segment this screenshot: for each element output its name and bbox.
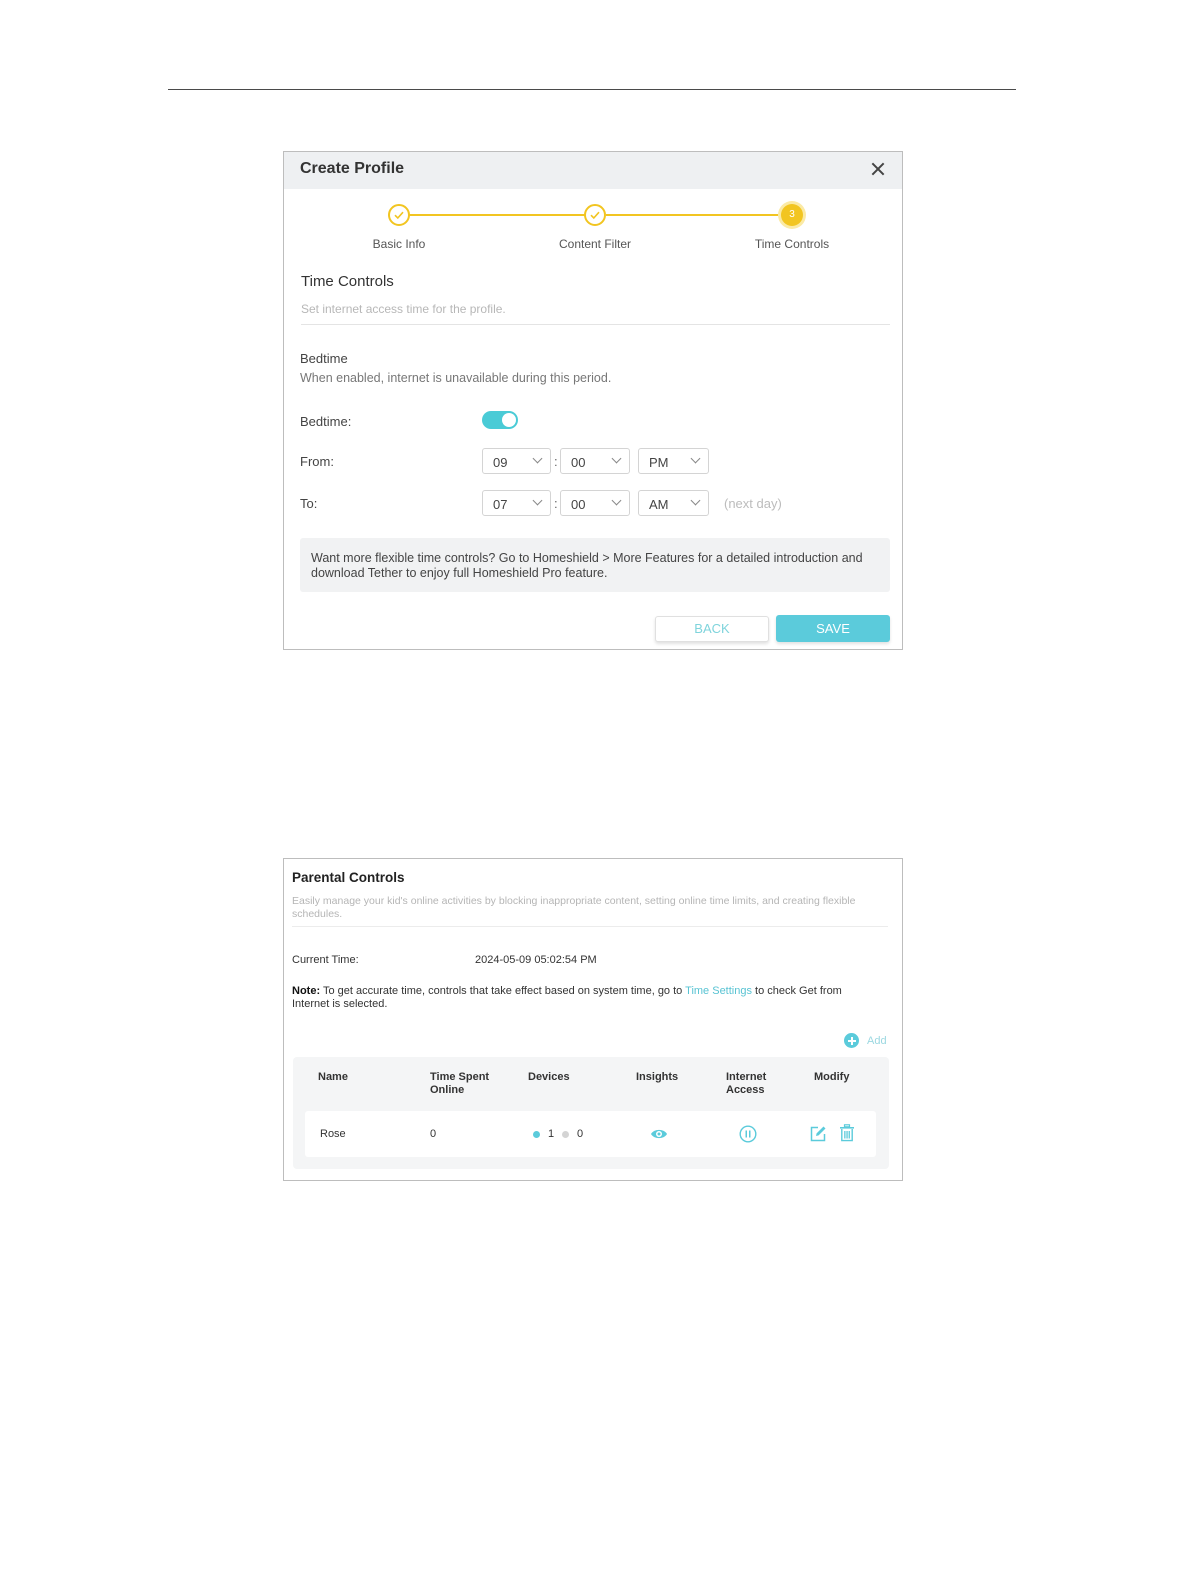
- close-icon[interactable]: [868, 158, 890, 180]
- chevron-down-icon: [532, 453, 543, 464]
- from-minute-value: 00: [571, 455, 586, 470]
- to-ampm-value: AM: [649, 497, 669, 512]
- dialog-title: Create Profile: [300, 160, 405, 177]
- section-divider: [301, 324, 890, 325]
- add-icon[interactable]: [844, 1033, 859, 1048]
- info-box: Want more flexible time controls? Go to …: [300, 538, 890, 592]
- column-header-name: Name: [318, 1071, 348, 1083]
- column-header-devices: Devices: [528, 1071, 570, 1083]
- parental-controls-title: Parental Controls: [292, 870, 405, 885]
- bedtime-toggle[interactable]: [482, 411, 518, 429]
- from-colon: :: [554, 454, 558, 469]
- add-button[interactable]: Add: [867, 1035, 887, 1047]
- note-text: Note: To get accurate time, controls tha…: [292, 985, 882, 1011]
- chevron-down-icon: [532, 495, 543, 506]
- column-header-insights: Insights: [636, 1071, 679, 1083]
- back-button[interactable]: BACK: [655, 616, 769, 642]
- section-subtitle: Set internet access time for the profile…: [301, 302, 506, 316]
- eye-icon[interactable]: [650, 1127, 668, 1141]
- from-ampm-select[interactable]: PM: [638, 448, 709, 474]
- bedtime-heading: Bedtime: [300, 351, 348, 366]
- row-time-spent: 0: [430, 1128, 437, 1140]
- stepper-line-1: [409, 214, 587, 216]
- step-time-controls-number: 3: [781, 204, 803, 226]
- to-minute-value: 00: [571, 497, 586, 512]
- parental-controls-divider: [292, 926, 888, 927]
- profiles-table: Name Time Spent Online Devices Insights …: [293, 1057, 889, 1169]
- pause-icon[interactable]: [739, 1125, 757, 1143]
- step-content-filter-check-icon: [584, 204, 606, 226]
- from-hour-select[interactable]: 09: [482, 448, 551, 474]
- info-text: Want more flexible time controls? Go to …: [311, 551, 863, 580]
- to-minute-select[interactable]: 00: [560, 490, 630, 516]
- edit-icon[interactable]: [809, 1125, 827, 1143]
- column-header-modify: Modify: [814, 1071, 850, 1083]
- next-day-label: (next day): [724, 496, 782, 511]
- bedtime-description: When enabled, internet is unavailable du…: [300, 371, 612, 385]
- save-button[interactable]: SAVE: [776, 615, 890, 642]
- offline-dot-icon: [562, 1131, 569, 1138]
- current-time-label: Current Time:: [292, 954, 359, 966]
- to-hour-select[interactable]: 07: [482, 490, 551, 516]
- from-minute-select[interactable]: 00: [560, 448, 630, 474]
- step-label-basic-info: Basic Info: [372, 237, 426, 251]
- to-hour-value: 07: [493, 497, 508, 512]
- to-colon: :: [554, 496, 558, 511]
- section-title: Time Controls: [301, 273, 394, 290]
- dialog-header: Create Profile: [284, 152, 902, 189]
- column-header-internet-access: Internet Access: [726, 1071, 767, 1096]
- page-top-rule: [168, 89, 1016, 90]
- parental-controls-panel: Parental Controls Easily manage your kid…: [283, 858, 903, 1181]
- from-label: From:: [300, 454, 334, 469]
- chevron-down-icon: [690, 453, 701, 464]
- column-header-time-spent-online: Time Spent Online: [430, 1071, 490, 1096]
- from-ampm-value: PM: [649, 455, 669, 470]
- step-label-content-filter: Content Filter: [558, 237, 632, 251]
- row-name: Rose: [320, 1128, 346, 1140]
- note-label: Note:: [292, 985, 321, 997]
- step-basic-info-check-icon: [388, 204, 410, 226]
- chevron-down-icon: [611, 453, 622, 464]
- time-settings-link[interactable]: Time Settings: [685, 985, 752, 997]
- bedtime-label: Bedtime:: [300, 414, 352, 429]
- chevron-down-icon: [611, 495, 622, 506]
- parental-controls-description: Easily manage your kid's online activiti…: [292, 895, 856, 920]
- create-profile-dialog: Create Profile 3 Basic Info Content Filt…: [283, 151, 903, 650]
- current-time-value: 2024-05-09 05:02:54 PM: [475, 954, 597, 966]
- from-hour-value: 09: [493, 455, 508, 470]
- step-label-time-controls: Time Controls: [754, 237, 830, 251]
- to-ampm-select[interactable]: AM: [638, 490, 709, 516]
- trash-icon[interactable]: [839, 1124, 855, 1142]
- table-row: Rose 0 1 0: [305, 1111, 876, 1157]
- online-dot-icon: [533, 1131, 540, 1138]
- chevron-down-icon: [690, 495, 701, 506]
- devices-offline-count: 0: [577, 1128, 584, 1140]
- to-label: To:: [300, 496, 318, 511]
- stepper-line-2: [606, 214, 780, 216]
- devices-online-count: 1: [548, 1128, 555, 1140]
- note-text-before: To get accurate time, controls that take…: [320, 985, 686, 997]
